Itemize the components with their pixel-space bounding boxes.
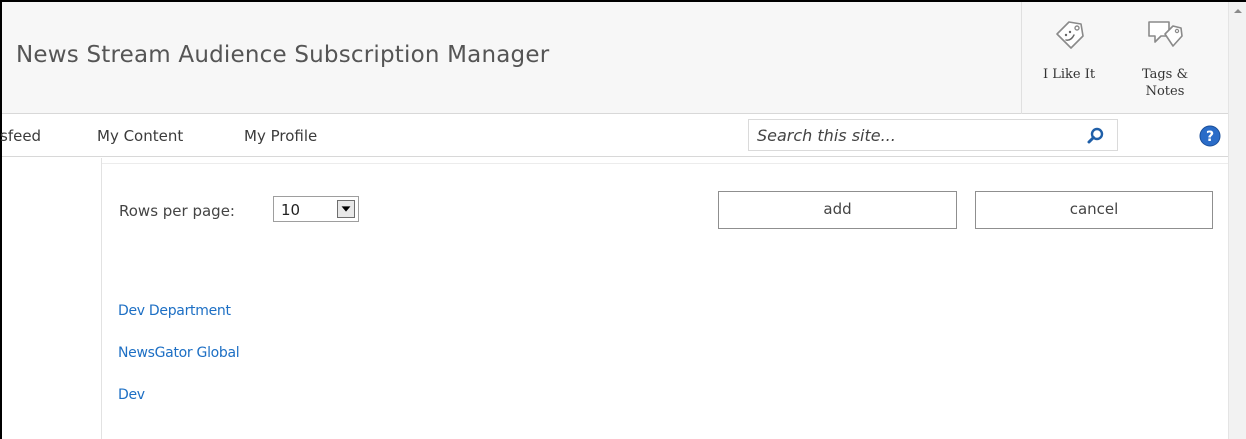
list-item-link[interactable]: Dev <box>118 387 145 403</box>
dropdown-arrow-icon[interactable] <box>337 200 355 218</box>
tags-notes-icon <box>1148 21 1183 47</box>
i-like-it-button[interactable]: I Like It <box>1032 2 1106 114</box>
i-like-it-label: I Like It <box>1042 67 1096 82</box>
search-input[interactable] <box>749 120 1079 150</box>
nav-item-my-content[interactable]: My Content <box>97 127 183 145</box>
content-top-divider <box>102 163 1228 164</box>
page-title: News Stream Audience Subscription Manage… <box>16 42 550 68</box>
top-nav-bar: sfeed My Content My Profile ? <box>0 115 1228 157</box>
vertical-scrollbar[interactable] <box>1228 2 1246 439</box>
rows-per-page-value: 10 <box>281 201 301 219</box>
left-nav-divider <box>101 158 102 439</box>
search-box <box>748 119 1118 151</box>
nav-item-newsfeed[interactable]: sfeed <box>0 127 41 145</box>
nav-item-my-profile[interactable]: My Profile <box>244 127 317 145</box>
list-item-link[interactable]: Dev Department <box>118 303 231 319</box>
header-divider <box>1021 2 1022 114</box>
help-question-icon[interactable]: ? <box>1199 125 1221 147</box>
i-like-it-tag-icon <box>1056 21 1084 49</box>
site-header: News Stream Audience Subscription Manage… <box>2 2 1228 114</box>
scroll-up-arrow-icon[interactable] <box>1229 2 1246 20</box>
rows-per-page-label: Rows per page: <box>119 202 235 220</box>
add-button[interactable]: add <box>718 191 957 229</box>
rows-per-page-select[interactable]: 10 <box>273 196 359 222</box>
tags-notes-button[interactable]: Tags & Notes <box>1120 2 1210 114</box>
cancel-button[interactable]: cancel <box>975 191 1213 229</box>
magnifier-icon[interactable] <box>1085 125 1107 147</box>
svg-text:?: ? <box>1206 129 1214 145</box>
list-item-link[interactable]: NewsGator Global <box>118 345 240 361</box>
tags-notes-label: Tags & Notes <box>1141 67 1189 99</box>
